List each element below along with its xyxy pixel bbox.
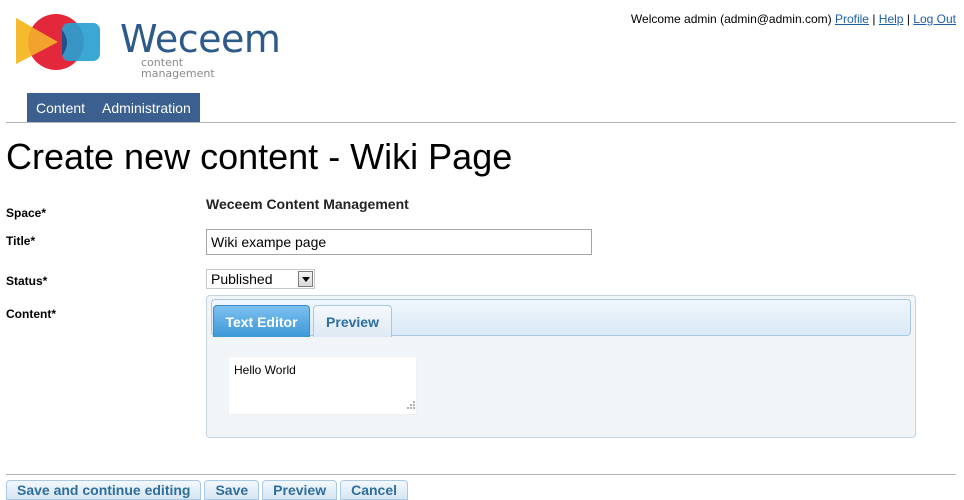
- logo-wordmark: Weceem: [120, 17, 281, 61]
- cancel-button[interactable]: Cancel: [340, 480, 409, 500]
- resize-grip-icon[interactable]: [404, 400, 416, 412]
- profile-link[interactable]: Profile: [835, 12, 869, 26]
- logo-tagline: content management: [141, 56, 215, 80]
- title-label: Title*: [6, 234, 36, 248]
- logout-link[interactable]: Log Out: [913, 12, 956, 26]
- space-value: Weceem Content Management: [206, 196, 409, 212]
- chevron-down-icon: [301, 276, 310, 282]
- tab-preview[interactable]: Preview: [313, 305, 392, 337]
- weceem-logo[interactable]: Weceem content management: [14, 12, 281, 79]
- status-selected-value: Published: [211, 271, 273, 287]
- tab-text-editor[interactable]: Text Editor: [213, 305, 310, 337]
- help-link[interactable]: Help: [879, 12, 904, 26]
- status-label: Status*: [6, 274, 48, 288]
- separator: |: [906, 12, 910, 26]
- content-label: Content*: [6, 307, 56, 321]
- nav-item-content[interactable]: Content: [36, 100, 85, 116]
- page-title: Create new content - Wiki Page: [6, 136, 513, 177]
- save-and-continue-button[interactable]: Save and continue editing: [6, 480, 202, 500]
- nav-item-administration[interactable]: Administration: [102, 100, 191, 116]
- divider: [6, 122, 956, 123]
- tab-strip: Text Editor Preview: [211, 299, 911, 337]
- welcome-text: Welcome admin (admin@admin.com): [630, 12, 832, 26]
- main-nav: Content Administration: [27, 93, 200, 122]
- save-button[interactable]: Save: [204, 480, 260, 500]
- preview-button[interactable]: Preview: [262, 480, 338, 500]
- content-editor-panel: Text Editor Preview Hello World: [206, 295, 916, 438]
- divider: [6, 474, 956, 475]
- separator: |: [872, 12, 876, 26]
- space-label: Space*: [6, 206, 47, 220]
- status-select[interactable]: Published: [206, 269, 315, 289]
- content-textarea[interactable]: Hello World: [228, 356, 417, 415]
- logo-icon: [16, 14, 100, 70]
- user-bar: Welcome admin (admin@admin.com) Profile …: [631, 12, 956, 26]
- dropdown-button[interactable]: [298, 271, 313, 287]
- form-actions: Save and continue editing Save Preview C…: [6, 480, 409, 500]
- title-input[interactable]: [206, 229, 592, 255]
